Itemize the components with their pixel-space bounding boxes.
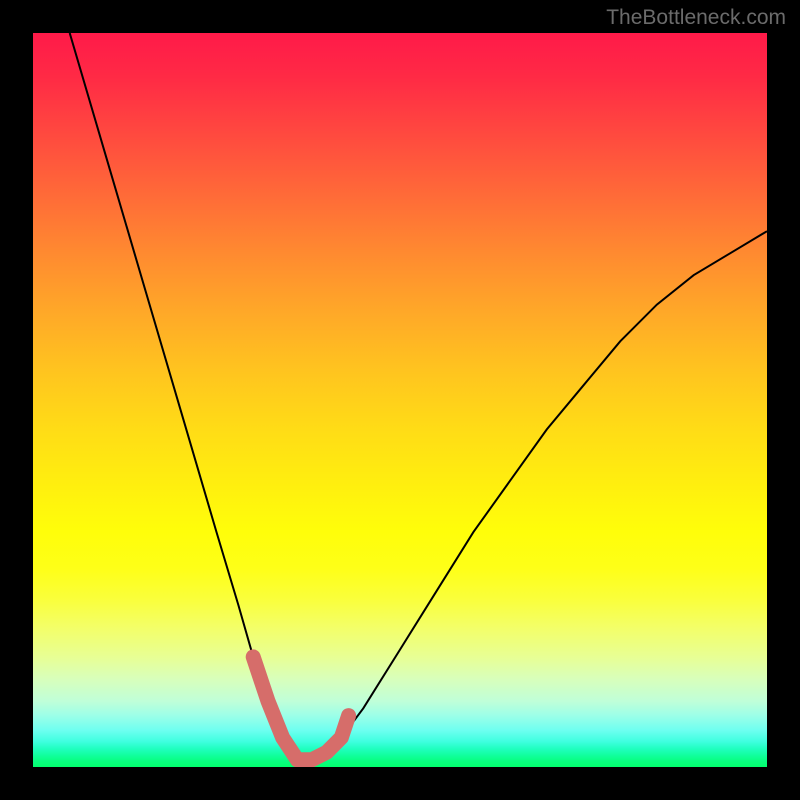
chart-plot-area	[33, 33, 767, 767]
chart-curves-layer	[33, 33, 767, 767]
bottleneck-curve-path	[70, 33, 767, 760]
highlight-curve-path	[253, 657, 348, 760]
watermark-text: TheBottleneck.com	[606, 6, 786, 30]
